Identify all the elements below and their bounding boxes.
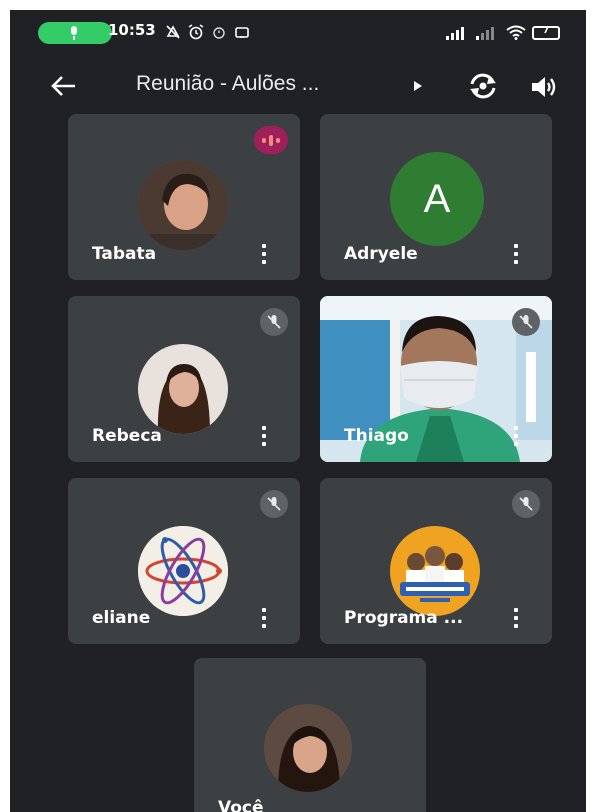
cast-icon xyxy=(235,27,249,38)
participant-tile-thiago[interactable]: Thiago xyxy=(320,296,552,462)
more-options-icon[interactable] xyxy=(510,244,522,264)
participant-tile-eliane[interactable]: eliane xyxy=(68,478,300,644)
more-options-icon[interactable] xyxy=(258,608,270,628)
app-bar: Reunião - Aulões ... xyxy=(10,54,586,114)
battery-icon: 7 xyxy=(532,26,560,40)
mic-off-icon xyxy=(260,490,288,518)
meet-screen: 10:53 7 Reunião - Aulões ... Tabata A Ad… xyxy=(10,10,586,812)
status-notification-icons xyxy=(165,24,250,40)
switch-camera-icon[interactable] xyxy=(468,72,498,100)
avatar xyxy=(138,344,228,434)
more-options-icon[interactable] xyxy=(510,426,522,446)
status-bar: 10:53 7 xyxy=(10,10,586,54)
mic-off-icon xyxy=(512,490,540,518)
participant-name: Thiago xyxy=(344,426,409,446)
back-arrow-icon[interactable] xyxy=(50,74,78,98)
caret-right-icon[interactable] xyxy=(414,81,422,91)
participant-tile-self[interactable]: Você xyxy=(194,658,426,812)
participant-name: Rebeca xyxy=(92,426,162,446)
battery-level: 7 xyxy=(542,26,550,36)
speaking-indicator-icon xyxy=(254,126,288,154)
participant-name: Adryele xyxy=(344,244,418,264)
participant-tile-adryele[interactable]: A Adryele xyxy=(320,114,552,280)
participant-name: Programa ... xyxy=(344,608,464,628)
meeting-title[interactable]: Reunião - Aulões ... xyxy=(136,72,319,96)
status-time: 10:53 xyxy=(108,21,156,39)
atom-logo-avatar xyxy=(138,526,228,616)
more-options-icon[interactable] xyxy=(510,608,522,628)
participant-tile-rebeca[interactable]: Rebeca xyxy=(68,296,300,462)
speaker-icon[interactable] xyxy=(530,74,558,100)
signal-weak-icon xyxy=(476,27,494,40)
signal-icon xyxy=(446,27,464,40)
letter-avatar: A xyxy=(390,152,484,246)
participant-name: Você xyxy=(218,798,264,812)
participant-tile-programa[interactable]: Programa ... xyxy=(320,478,552,644)
participant-tile-tabata[interactable]: Tabata xyxy=(68,114,300,280)
ongoing-call-pill[interactable] xyxy=(38,22,112,44)
wifi-icon xyxy=(506,25,526,40)
more-options-icon[interactable] xyxy=(258,426,270,446)
avatar xyxy=(264,704,352,792)
mic-off-icon xyxy=(512,308,540,336)
mic-icon xyxy=(71,26,77,40)
avatar xyxy=(138,160,228,250)
alarm-outline-icon xyxy=(213,27,225,39)
alarm-icon xyxy=(188,24,204,40)
more-options-icon[interactable] xyxy=(258,244,270,264)
mic-off-icon xyxy=(260,308,288,336)
status-system-icons: 7 xyxy=(446,24,560,40)
participant-name: Tabata xyxy=(92,244,157,264)
participant-name: eliane xyxy=(92,608,151,628)
do-not-disturb-icon xyxy=(166,25,180,39)
group-logo-avatar xyxy=(390,526,480,616)
